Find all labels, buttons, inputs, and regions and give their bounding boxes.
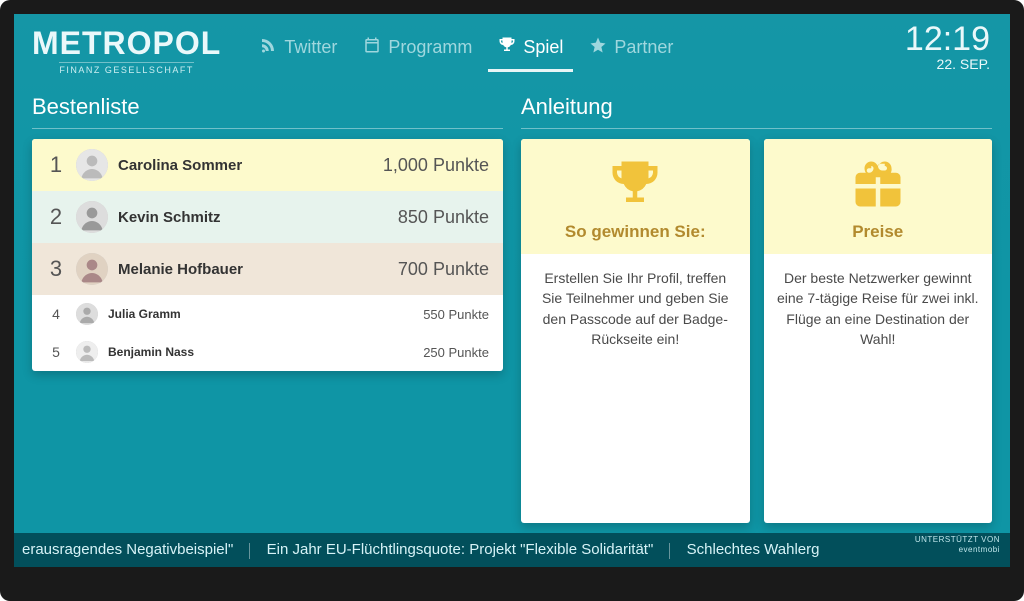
avatar xyxy=(76,341,98,363)
card-header: Preise xyxy=(764,139,993,254)
avatar xyxy=(76,149,108,181)
header: METROPOL FINANZ GESELLSCHAFT Twitter Pro… xyxy=(14,14,1010,88)
leaderboard: 1 Carolina Sommer 1,000 Punkte 2 Kevin S… xyxy=(32,139,503,371)
points: 250 Punkte xyxy=(423,345,489,360)
ticker-separator xyxy=(249,543,250,559)
instructions-column: Anleitung So gewinnen Sie: Erstellen Sie… xyxy=(521,88,992,523)
tab-spiel[interactable]: Spiel xyxy=(488,30,573,72)
avatar xyxy=(76,201,108,233)
points: 1,000 Punkte xyxy=(383,155,489,176)
card-title: Preise xyxy=(772,222,985,242)
leaderboard-title: Bestenliste xyxy=(32,88,503,129)
player-name: Carolina Sommer xyxy=(118,157,242,174)
ticker-separator xyxy=(669,543,670,559)
ticker-item: erausragendes Negativbeispiel" xyxy=(22,541,233,558)
player-name: Kevin Schmitz xyxy=(118,209,221,226)
ticker-item: Schlechtes Wahlerg xyxy=(687,541,820,558)
brand-logo: METROPOL FINANZ GESELLSCHAFT xyxy=(32,27,221,75)
tab-label: Spiel xyxy=(523,37,563,58)
points: 850 Punkte xyxy=(398,207,489,228)
card-title: So gewinnen Sie: xyxy=(529,222,742,242)
clock-time: 12:19 xyxy=(905,22,990,56)
tab-programm[interactable]: Programm xyxy=(353,30,482,72)
player-name: Benjamin Nass xyxy=(108,345,194,359)
rank: 5 xyxy=(46,344,66,360)
points: 550 Punkte xyxy=(423,307,489,322)
instruction-cards: So gewinnen Sie: Erstellen Sie Ihr Profi… xyxy=(521,139,992,523)
brand-name: METROPOL xyxy=(32,27,221,59)
clock-date: 22. SEP. xyxy=(905,56,990,72)
tab-label: Twitter xyxy=(284,37,337,58)
content-columns: Bestenliste 1 Carolina Sommer 1,000 Punk… xyxy=(14,88,1010,533)
card-prizes: Preise Der beste Netzwerker gewinnt eine… xyxy=(764,139,993,523)
nav-tabs: Twitter Programm Spiel xyxy=(249,30,683,72)
ticker-item: Ein Jahr EU-Flüchtlingsquote: Projekt "F… xyxy=(267,541,654,558)
instructions-title: Anleitung xyxy=(521,88,992,129)
ticker-text: erausragendes Negativbeispiel" Ein Jahr … xyxy=(14,541,819,558)
sponsor-label: UNTERSTÜTZT VON xyxy=(915,535,1000,545)
card-header: So gewinnen Sie: xyxy=(521,139,750,254)
calendar-icon xyxy=(363,36,381,59)
rank: 2 xyxy=(46,204,66,230)
avatar xyxy=(76,303,98,325)
star-icon xyxy=(589,36,607,59)
leaderboard-row: 5 Benjamin Nass 250 Punkte xyxy=(32,333,503,371)
leaderboard-column: Bestenliste 1 Carolina Sommer 1,000 Punk… xyxy=(32,88,503,523)
leaderboard-row: 4 Julia Gramm 550 Punkte xyxy=(32,295,503,333)
leaderboard-row: 2 Kevin Schmitz 850 Punkte xyxy=(32,191,503,243)
trophy-icon xyxy=(498,36,516,59)
points: 700 Punkte xyxy=(398,259,489,280)
avatar xyxy=(76,253,108,285)
brand-subtitle: FINANZ GESELLSCHAFT xyxy=(59,62,194,75)
gift-icon xyxy=(851,198,905,215)
tab-partner[interactable]: Partner xyxy=(579,30,683,72)
sponsor-credit: UNTERSTÜTZT VON eventmobi xyxy=(915,535,1000,554)
tab-label: Programm xyxy=(388,37,472,58)
card-body: Der beste Netzwerker gewinnt eine 7-tägi… xyxy=(764,254,993,363)
sponsor-name: eventmobi xyxy=(915,545,1000,555)
player-name: Julia Gramm xyxy=(108,307,181,321)
card-body: Erstellen Sie Ihr Profil, treffen Sie Te… xyxy=(521,254,750,363)
news-ticker: erausragendes Negativbeispiel" Ein Jahr … xyxy=(14,533,1010,567)
trophy-icon xyxy=(608,198,662,215)
clock: 12:19 22. SEP. xyxy=(905,22,990,72)
tab-label: Partner xyxy=(614,37,673,58)
leaderboard-row: 3 Melanie Hofbauer 700 Punkte xyxy=(32,243,503,295)
device-frame: METROPOL FINANZ GESELLSCHAFT Twitter Pro… xyxy=(0,0,1024,601)
rank: 3 xyxy=(46,256,66,282)
rank: 1 xyxy=(46,152,66,178)
player-name: Melanie Hofbauer xyxy=(118,261,243,278)
screen: METROPOL FINANZ GESELLSCHAFT Twitter Pro… xyxy=(14,14,1010,567)
rank: 4 xyxy=(46,306,66,322)
card-how-to-win: So gewinnen Sie: Erstellen Sie Ihr Profi… xyxy=(521,139,750,523)
leaderboard-row: 1 Carolina Sommer 1,000 Punkte xyxy=(32,139,503,191)
rss-icon xyxy=(259,36,277,59)
tab-twitter[interactable]: Twitter xyxy=(249,30,347,72)
